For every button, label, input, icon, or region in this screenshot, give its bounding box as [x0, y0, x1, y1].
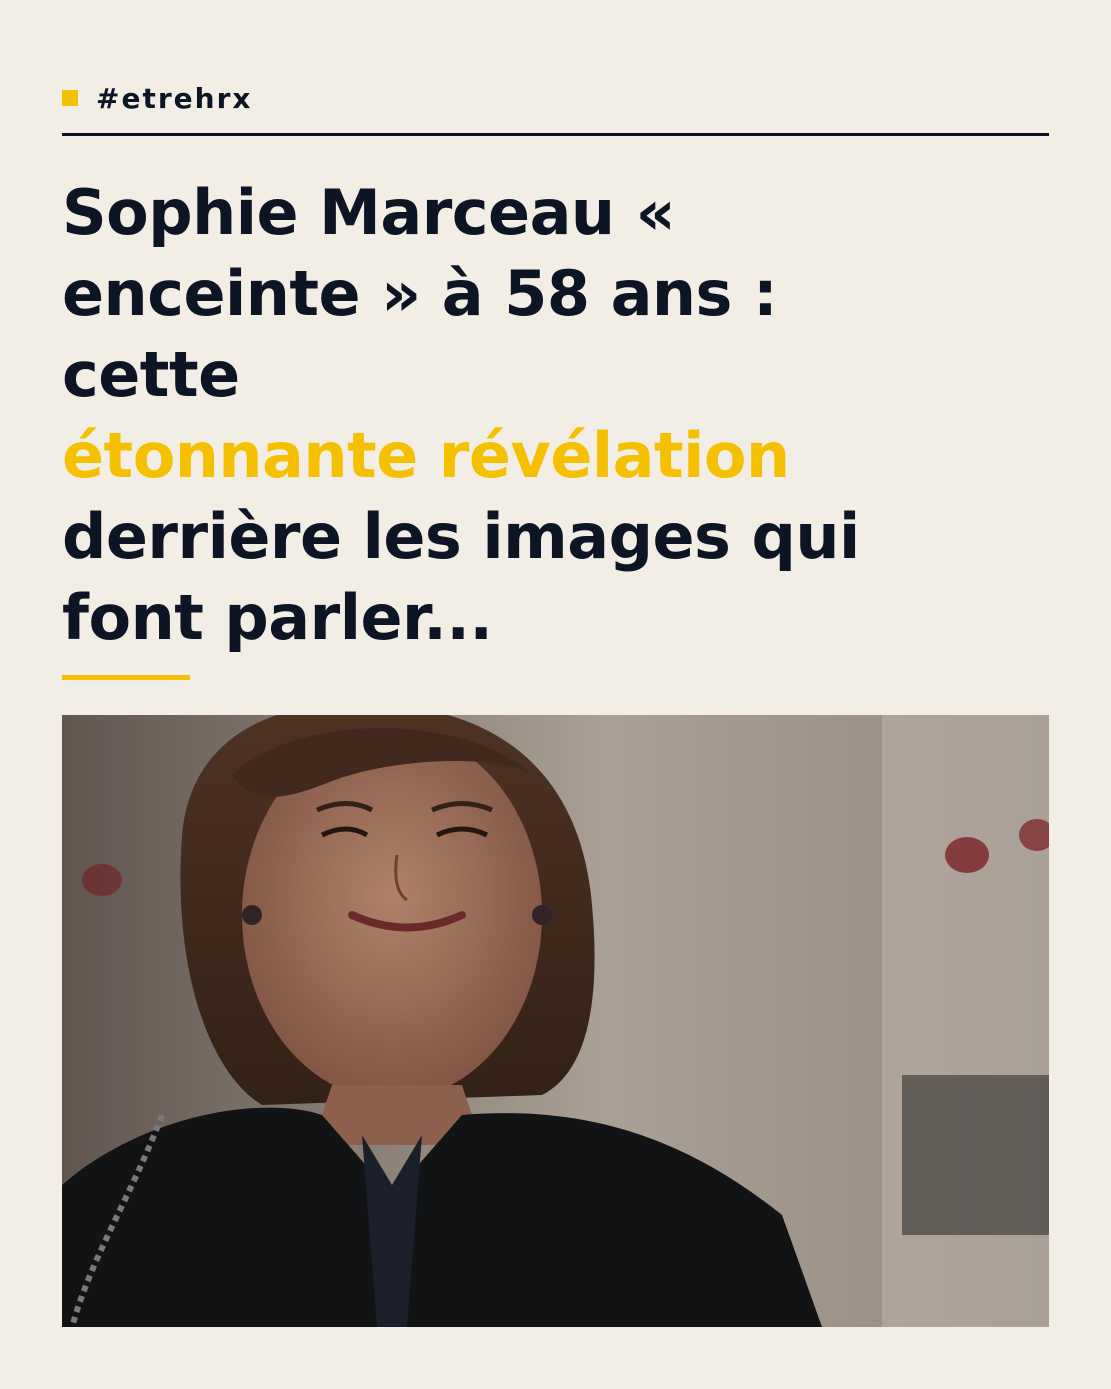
accent-divider	[62, 675, 190, 680]
hashtag-label[interactable]: #etrehrx	[96, 82, 252, 115]
headline-line-5: derrière les images qui	[62, 500, 860, 573]
headline-line-2: enceinte » à 58 ans :	[62, 257, 778, 330]
top-divider	[62, 133, 1049, 136]
article-headline: Sophie Marceau « enceinte » à 58 ans : c…	[62, 172, 1062, 658]
headline-line-3: cette	[62, 338, 240, 411]
portrait-photo-illustration	[62, 715, 1049, 1327]
tag-square-icon	[62, 90, 78, 106]
article-photo	[62, 715, 1049, 1327]
hashtag-header: #etrehrx	[62, 80, 252, 116]
headline-line-6: font parler...	[62, 581, 493, 654]
headline-highlight: étonnante révélation	[62, 419, 790, 492]
headline-line-1: Sophie Marceau «	[62, 176, 676, 249]
